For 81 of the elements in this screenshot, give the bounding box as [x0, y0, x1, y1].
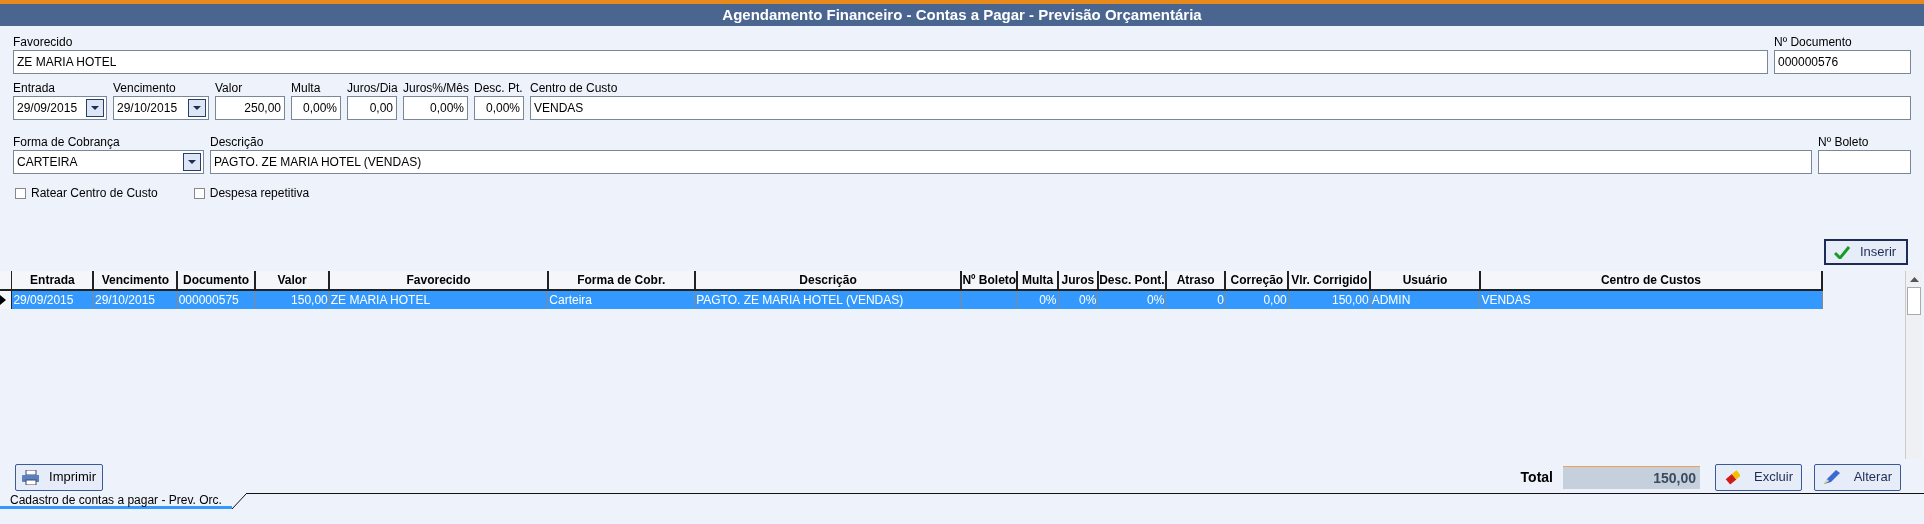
checkbox-label: Despesa repetitiva: [209, 185, 310, 202]
printer-icon: [22, 469, 40, 485]
column-header[interactable]: Correção: [1225, 271, 1289, 290]
column-header[interactable]: Juros: [1058, 271, 1098, 290]
input-field[interactable]: 000000576: [1774, 50, 1911, 74]
print-button[interactable]: Imprimir: [15, 463, 103, 491]
column-header[interactable]: Documento: [177, 271, 255, 290]
table-cell: 000000575: [177, 290, 255, 309]
table-cell: 0%: [1097, 290, 1166, 309]
input-field[interactable]: 250,00: [215, 96, 285, 120]
total-label: Total: [1520, 467, 1553, 487]
caret-icon: [193, 106, 201, 110]
field-label: Entrada: [13, 80, 57, 96]
field-label: Forma de Cobrança: [13, 134, 121, 150]
delete-button[interactable]: Excluir: [1715, 463, 1802, 491]
input-field[interactable]: PAGTO. ZE MARIA HOTEL (VENDAS): [210, 150, 1812, 174]
scrollbar[interactable]: [1905, 271, 1922, 459]
checkbox[interactable]: [15, 187, 26, 199]
table-cell: 29/09/2015: [11, 290, 94, 309]
checkmark-icon: [1834, 245, 1850, 259]
window-title: Agendamento Financeiro - Contas a Pagar - Previsão Orçamentária: [722, 4, 1202, 25]
column-header[interactable]: Usuário: [1370, 271, 1480, 290]
column-header[interactable]: Multa: [1017, 271, 1058, 290]
caret-icon: [188, 160, 196, 164]
table-cell: 29/10/2015: [93, 290, 178, 309]
table-cell: VENDAS: [1479, 290, 1822, 309]
field-label: Juros%/Mês: [403, 80, 468, 96]
table-cell: 150,00: [1288, 290, 1371, 309]
pen-icon: [1823, 469, 1840, 485]
edit-button[interactable]: Alterar: [1814, 463, 1901, 491]
column-header[interactable]: Vencimento: [93, 271, 178, 290]
caret-icon: [91, 106, 99, 110]
input-field[interactable]: 0,00%: [403, 96, 468, 120]
table-cell: ADMIN: [1370, 290, 1480, 309]
input-field[interactable]: 0,00: [347, 96, 397, 120]
checkbox[interactable]: [193, 187, 205, 199]
scroll-thumb[interactable]: [1907, 287, 1921, 315]
input-field[interactable]: 0,00%: [291, 96, 341, 120]
field-label: Nº Documento: [1774, 34, 1853, 50]
field-label: Descrição: [210, 134, 265, 150]
table-cell: ZE MARIA HOTEL: [329, 290, 548, 309]
eraser-icon: [1724, 469, 1740, 485]
insert-button[interactable]: Inserir: [1824, 239, 1908, 265]
field-label: Nº Boleto: [1818, 134, 1870, 150]
field-label: Juros/Dia: [347, 80, 397, 96]
table-cell: Carteira: [547, 290, 695, 309]
checkbox-label: Ratear Centro de Custo: [31, 185, 158, 202]
column-header[interactable]: Descrição: [694, 271, 962, 290]
field-label: Favorecido: [13, 34, 74, 50]
input-field[interactable]: [1818, 150, 1911, 174]
input-field[interactable]: VENDAS: [530, 96, 1911, 120]
column-header[interactable]: Atraso: [1165, 271, 1226, 290]
field-label: Multa: [291, 80, 322, 96]
table-cell: PAGTO. ZE MARIA HOTEL (VENDAS): [694, 290, 962, 309]
scroll-up-icon[interactable]: [1909, 276, 1919, 282]
table-cell: 0%: [1017, 290, 1058, 309]
table-cell: 0,00: [1225, 290, 1289, 309]
column-header[interactable]: Desc. Pont.: [1097, 271, 1166, 290]
column-header[interactable]: Entrada: [11, 271, 94, 290]
field-label: Desc. Pt.: [474, 80, 524, 96]
column-header[interactable]: Vlr. Corrigido: [1288, 271, 1371, 290]
column-header[interactable]: Centro de Custos: [1479, 271, 1822, 290]
column-header[interactable]: Forma de Cobr.: [547, 271, 695, 290]
tab[interactable]: Cadastro de contas a pagar - Prev. Orc.: [0, 493, 232, 509]
field-label: Centro de Custo: [530, 80, 619, 96]
row-pointer-icon: [0, 295, 6, 305]
column-header[interactable]: Valor: [254, 271, 330, 290]
table-cell: 150,00: [254, 290, 330, 309]
field-label: Vencimento: [113, 80, 177, 96]
table-cell: 0%: [1058, 290, 1098, 309]
dropdown-field[interactable]: 29/10/2015: [113, 96, 209, 120]
dropdown-field[interactable]: CARTEIRA: [13, 150, 204, 174]
input-field[interactable]: 0,00%: [474, 96, 524, 120]
table-cell: 0: [1165, 290, 1226, 309]
column-header[interactable]: Favorecido: [329, 271, 548, 290]
field-label: Valor: [215, 80, 244, 96]
column-header[interactable]: Nº Boleto: [961, 271, 1018, 290]
dropdown-field[interactable]: 29/09/2015: [13, 96, 107, 120]
total-field: 150,00: [1563, 465, 1700, 489]
input-field[interactable]: ZE MARIA HOTEL: [13, 50, 1768, 74]
tab-edge-line: [231, 493, 246, 509]
